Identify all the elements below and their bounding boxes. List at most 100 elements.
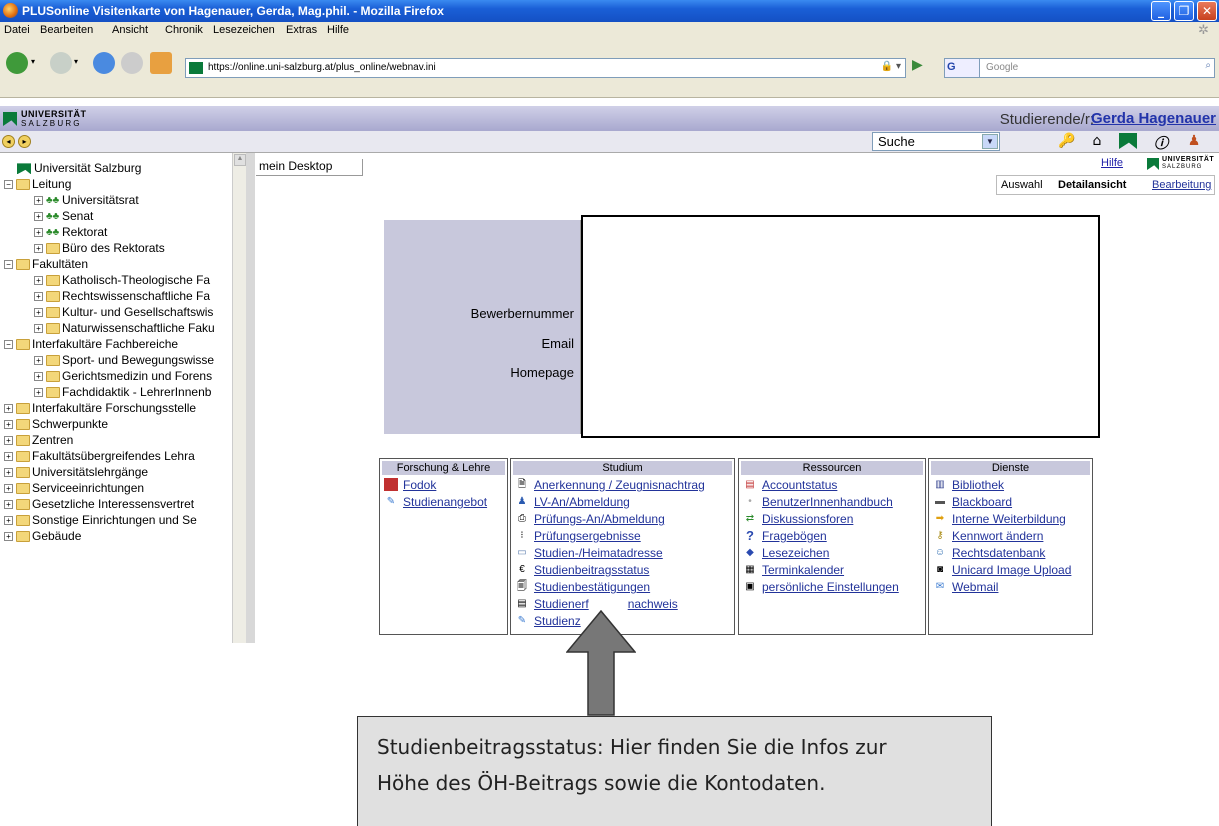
tree-item[interactable]: + Fachdidaktik - LehrerInnenb [34,385,211,399]
link-pruefungsergebnisse[interactable]: ⁝ Prüfungsergebnisse [515,528,640,544]
university-logo-small[interactable]: UNIVERSITÄT SALZBURG [1147,156,1214,172]
expand-icon[interactable]: + [34,356,43,366]
tree-item[interactable]: + Interfakultäre Forschungsstelle [4,401,196,415]
link-lv-anmeldung[interactable]: ♟ LV-An/Abmeldung [515,494,630,510]
tree-item[interactable]: − Interfakultäre Fachbereiche [4,337,178,351]
link-anerkennung[interactable]: 🗎 Anerkennung / Zeugnisnachtrag [515,477,705,493]
expand-icon[interactable]: + [4,452,13,462]
tab-auswahl[interactable]: Auswahl [1001,179,1043,191]
expand-icon[interactable]: + [34,292,43,302]
key-icon[interactable]: 🔑 [1056,133,1078,151]
expand-icon[interactable]: + [4,468,13,478]
users-icon[interactable]: ♟ [1183,133,1205,151]
expand-icon[interactable]: + [34,372,43,382]
tree-item[interactable]: + Gerichtsmedizin und Forens [34,369,212,383]
url-bar[interactable]: https://online.uni-salzburg.at/plus_onli… [185,58,906,78]
scroll-up-icon[interactable]: ▲ [234,154,246,166]
tree-item[interactable]: + Sport- und Bewegungswisse [34,353,214,367]
link-accountstatus[interactable]: ▤ Accountstatus [743,477,837,493]
tree-item[interactable]: + ♣♣ Senat [34,209,93,223]
search-field[interactable]: G Google ⌕ [944,58,1215,78]
link-terminkalender[interactable]: ▦ Terminkalender [743,562,844,578]
link-rechtsdatenbank[interactable]: ☺ Rechtsdatenbank [933,545,1046,561]
tab-detailansicht[interactable]: Detailansicht [1058,179,1126,191]
tree-item[interactable]: + Zentren [4,433,73,447]
menu-lesezeichen[interactable]: Lesezeichen [213,24,275,36]
tree-item[interactable]: − Leitung [4,177,71,191]
link-lesezeichen[interactable]: ◆ Lesezeichen [743,545,829,561]
tree-item[interactable]: + Sonstige Einrichtungen und Se [4,513,197,527]
link-blackboard[interactable]: ▬ Blackboard [933,494,1012,510]
expand-icon[interactable]: + [4,420,13,430]
tree-item[interactable]: + Gesetzliche Interessensvertret [4,497,194,511]
expand-icon[interactable]: + [4,484,13,494]
expand-icon[interactable]: + [34,196,43,206]
home-icon[interactable] [150,52,172,74]
tree-item[interactable]: + Katholisch-Theologische Fa [34,273,210,287]
frame-splitter[interactable] [246,153,255,643]
menu-extras[interactable]: Extras [286,24,317,36]
tree-item[interactable]: + Naturwissenschaftliche Faku [34,321,215,335]
go-icon[interactable]: ▶ [912,57,923,73]
expand-icon[interactable]: + [34,212,43,222]
link-unicard-upload[interactable]: ◙ Unicard Image Upload [933,562,1071,578]
tree-root[interactable]: Universität Salzburg [17,161,141,175]
menu-chronik[interactable]: Chronik [165,24,203,36]
link-studienadresse[interactable]: ▭ Studien-/Heimatadresse [515,545,662,561]
reload-icon[interactable] [93,52,115,74]
expand-icon[interactable]: + [4,436,13,446]
expand-icon[interactable]: + [34,324,43,334]
expand-icon[interactable]: + [4,532,13,542]
expand-icon[interactable]: + [4,500,13,510]
link-interne-weiterbildung[interactable]: ➡ Interne Weiterbildung [933,511,1066,527]
maximize-button[interactable]: ❐ [1174,1,1194,21]
menu-bearbeiten[interactable]: Bearbeiten [40,24,93,36]
tree-item[interactable]: + Gebäude [4,529,81,543]
tree-item[interactable]: + ♣♣ Rektorat [34,225,107,239]
tree-item[interactable]: + ♣♣ Universitätsrat [34,193,139,207]
menu-hilfe[interactable]: Hilfe [327,24,349,36]
expand-icon[interactable]: + [34,228,43,238]
back-icon[interactable] [6,52,28,74]
search-engine-icon[interactable]: G [944,58,980,78]
search-go-icon[interactable]: ⌕ [1205,60,1211,71]
tab-mein-desktop[interactable]: mein Desktop [256,159,363,176]
tree-item[interactable]: + Kultur- und Gesellschaftswis [34,305,213,319]
back-dropdown-icon[interactable]: ▾ [31,57,35,66]
tree-item[interactable]: + Fakultätsübergreifendes Lehra [4,449,195,463]
link-studienangebot[interactable]: ✎ Studienangebot [384,494,487,510]
link-frageboegen[interactable]: ? Fragebögen [743,528,827,544]
user-name-link[interactable]: Gerda Hagenauer [1091,110,1216,127]
link-kennwort-aendern[interactable]: ⚷ Kennwort ändern [933,528,1043,544]
close-button[interactable]: ✕ [1197,1,1217,21]
link-webmail[interactable]: ✉ Webmail [933,579,999,595]
university-logo[interactable]: UNIVERSITÄT SALZBURG [3,109,105,129]
link-studienbestaetigungen[interactable]: 🗐 Studienbestätigungen [515,579,650,595]
tree-item[interactable]: − Fakultäten [4,257,88,271]
expand-icon[interactable]: + [4,404,13,414]
link-fodok[interactable]: Fodok [384,477,436,493]
link-persoenliche-einstellungen[interactable]: ▣ persönliche Einstellungen [743,579,899,595]
expand-icon[interactable]: + [34,244,43,254]
tree-item[interactable]: + Serviceeinrichtungen [4,481,144,495]
expand-icon[interactable]: + [34,388,43,398]
stop-icon[interactable] [121,52,143,74]
collapse-icon[interactable]: − [4,180,13,190]
university-flag-icon[interactable] [1117,133,1139,151]
expand-icon[interactable]: + [34,276,43,286]
tree-item[interactable]: + Schwerpunkte [4,417,108,431]
info-icon[interactable]: ⓘ [1150,133,1172,152]
menu-ansicht[interactable]: Ansicht [112,24,148,36]
link-bibliothek[interactable]: ▥ Bibliothek [933,477,1004,493]
tree-item[interactable]: + Rechtswissenschaftliche Fa [34,289,210,303]
help-link[interactable]: Hilfe [1101,157,1123,169]
link-diskussionsforen[interactable]: ⇄ Diskussionsforen [743,511,854,527]
nav-forward-icon[interactable]: ▸ [18,135,31,148]
tree-item[interactable]: + Universitätslehrgänge [4,465,148,479]
nav-back-icon[interactable]: ◂ [2,135,15,148]
minimize-button[interactable]: _ [1151,1,1171,21]
tree-item[interactable]: + Büro des Rektorats [34,241,165,255]
forward-icon[interactable] [50,52,72,74]
collapse-icon[interactable]: − [4,260,13,270]
chevron-down-icon[interactable]: ▼ [982,134,998,149]
